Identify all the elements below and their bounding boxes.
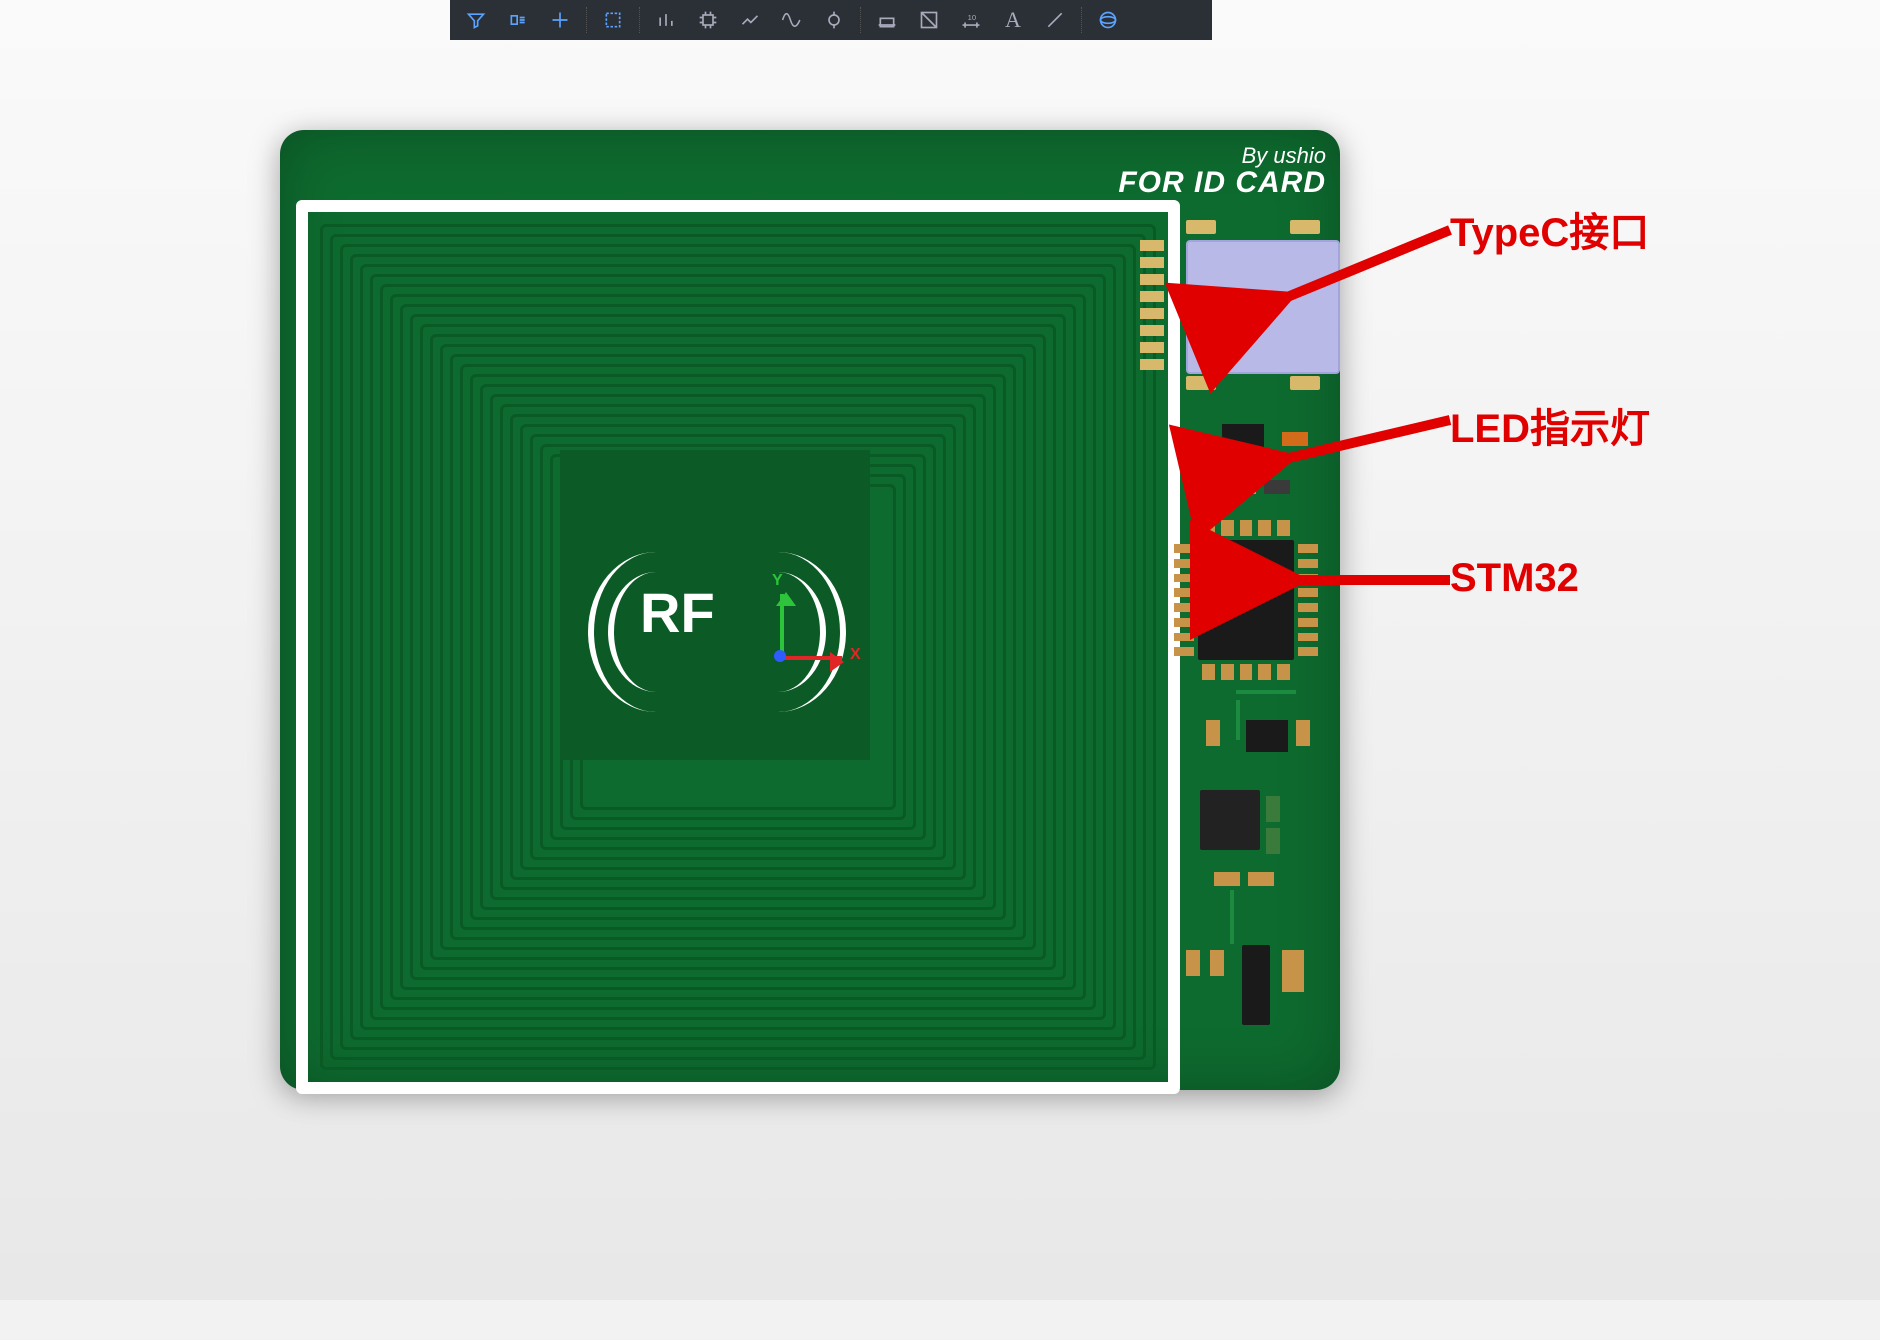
toolbar-separator <box>639 7 640 33</box>
silkscreen-text: By ushio FOR ID CARD <box>1118 144 1326 199</box>
stm32-chip <box>1198 540 1294 660</box>
svg-text:10: 10 <box>968 13 976 22</box>
mounting-pad <box>1290 220 1320 234</box>
typec-connector <box>1186 240 1340 374</box>
regulator-tab <box>1282 950 1304 992</box>
rf-wave-icon <box>588 552 724 712</box>
axis-x <box>782 656 842 660</box>
resistor <box>1248 872 1274 886</box>
route-icon[interactable] <box>730 2 770 38</box>
callout-led: LED指示灯 <box>1450 396 1650 454</box>
toolbar-separator <box>586 7 587 33</box>
mounting-pad <box>1290 376 1320 390</box>
component-strip <box>1166 200 1326 1070</box>
callout-stm32: STM32 <box>1450 556 1579 601</box>
sot223-regulator <box>1242 945 1270 1025</box>
toolbar-separator <box>860 7 861 33</box>
resistor <box>1196 480 1222 494</box>
sot23-ic <box>1222 424 1264 456</box>
capacitor <box>1210 950 1224 976</box>
component-icon[interactable] <box>688 2 728 38</box>
line-icon[interactable] <box>1035 2 1075 38</box>
measure-icon[interactable] <box>909 2 949 38</box>
select-rect-icon[interactable] <box>593 2 633 38</box>
pcb-board: By ushio FOR ID CARD <box>280 130 1340 1090</box>
ic-pins-left <box>1174 544 1194 656</box>
resistor <box>1214 872 1240 886</box>
snap-grid-icon[interactable] <box>498 2 538 38</box>
capacitor <box>1174 432 1200 446</box>
ic-pins-bottom <box>1202 664 1290 680</box>
silkscreen-title: FOR ID CARD <box>1118 167 1326 199</box>
sot23-ic <box>1246 720 1288 752</box>
capacitor <box>1282 432 1308 446</box>
capacitor <box>1266 796 1280 822</box>
axis-y-label: Y <box>772 572 783 590</box>
mounting-pad <box>1186 376 1216 390</box>
crystal <box>1200 790 1260 850</box>
origin-dot-icon <box>774 650 786 662</box>
capacitor <box>1296 720 1310 746</box>
toolbar-separator <box>1081 7 1082 33</box>
copper-pour-icon[interactable] <box>867 2 907 38</box>
signal-icon[interactable] <box>772 2 812 38</box>
via-icon[interactable] <box>814 2 854 38</box>
3d-view-icon[interactable] <box>1088 2 1128 38</box>
silkscreen-credit: By ushio <box>1118 144 1326 167</box>
resistor <box>1230 480 1256 494</box>
dimension-icon[interactable]: 10 <box>951 2 991 38</box>
callout-typec: TypeC接口 <box>1450 200 1649 258</box>
canvas[interactable]: By ushio FOR ID CARD <box>0 40 1880 1300</box>
axis-y <box>780 594 784 654</box>
text-icon[interactable]: A <box>993 2 1033 38</box>
led-indicator <box>1264 480 1290 494</box>
crosshair-icon[interactable] <box>540 2 580 38</box>
capacitor <box>1266 828 1280 854</box>
toolbar: 10 A <box>450 0 1212 40</box>
capacitor <box>1206 720 1220 746</box>
mounting-pad <box>1186 220 1216 234</box>
ic-pins-top <box>1202 520 1290 536</box>
stm32-footprint <box>1170 520 1322 680</box>
align-icon[interactable] <box>646 2 686 38</box>
ic-pins-right <box>1298 544 1318 656</box>
filter-icon[interactable] <box>456 2 496 38</box>
typec-pins <box>1140 240 1164 370</box>
capacitor <box>1186 950 1200 976</box>
axis-x-label: X <box>850 646 861 664</box>
